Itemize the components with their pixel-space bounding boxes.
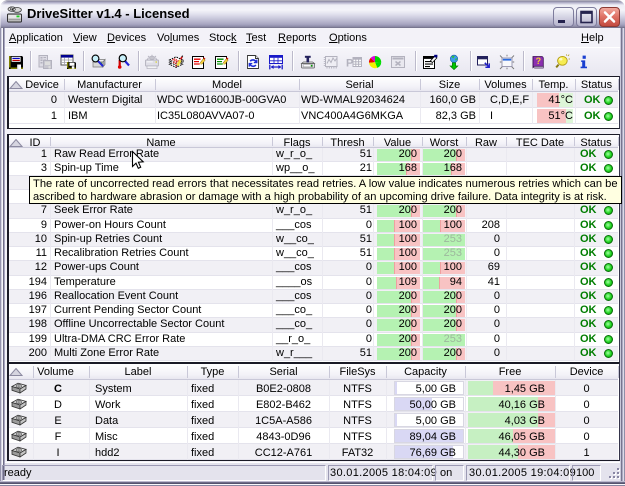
svg-text:P: P xyxy=(346,58,353,70)
svg-text:?: ? xyxy=(536,56,542,66)
